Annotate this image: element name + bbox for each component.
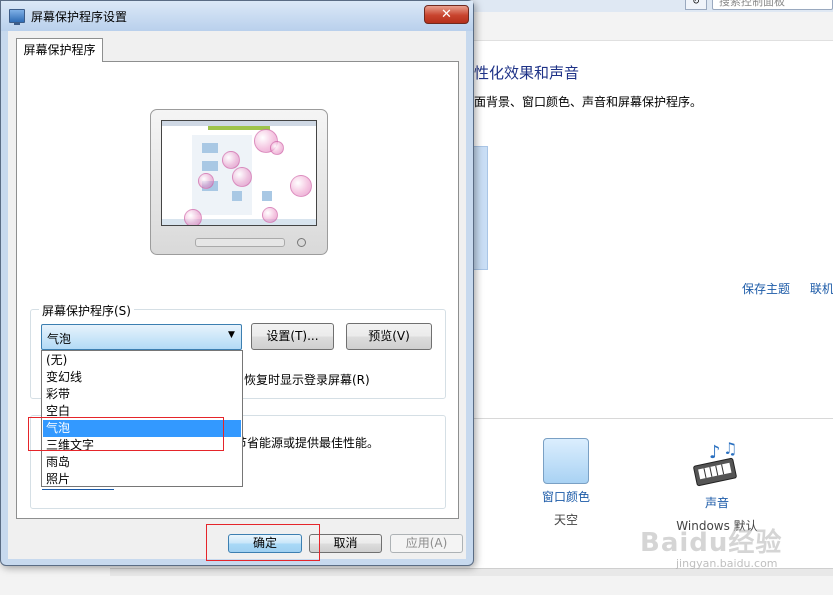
selected-saver-value: 气泡	[47, 332, 72, 346]
watermark-logo: Baidu经验	[640, 528, 783, 558]
svg-text:♪: ♪	[709, 442, 721, 463]
sound-label: 声音	[704, 496, 729, 510]
resume-checkbox-label[interactable]: 恢复时显示登录屏幕(R)	[244, 371, 370, 388]
screen-saver-select[interactable]: 气泡 ▼	[41, 324, 242, 350]
preview-button[interactable]: 预览(V)	[346, 323, 432, 350]
window-color-value: 天空	[553, 513, 578, 527]
dropdown-option[interactable]: 变幻线	[43, 369, 241, 386]
save-theme-link[interactable]: 保存主题	[742, 282, 790, 296]
chevron-down-icon: ▼	[228, 330, 235, 340]
watermark-url: jingyan.baidu.com	[676, 557, 778, 570]
tab-screen-saver[interactable]: 屏幕保护程序	[16, 38, 103, 62]
close-button[interactable]: ✕	[424, 5, 469, 24]
page-description: 面背景、窗口颜色、声音和屏幕保护程序。	[474, 95, 703, 109]
sound-item[interactable]: ♪ ♫ 声音 Windows 默认	[672, 439, 762, 534]
window-color-label: 窗口颜色	[541, 490, 590, 504]
refresh-button[interactable]: ↻	[685, 0, 707, 10]
svg-text:♫: ♫	[723, 440, 737, 458]
dropdown-option[interactable]: 雨岛	[43, 454, 241, 471]
window-color-item[interactable]: 窗口颜色 天空	[521, 438, 611, 528]
preview-screen	[161, 120, 317, 226]
screen-saver-label: 屏幕保护程序(S)	[39, 302, 134, 319]
settings-button[interactable]: 设置(T)...	[251, 323, 334, 350]
theme-links: 保存主题 联机	[742, 280, 833, 297]
dialog-client: 屏幕保护程序 屏幕保护程序(S) 气泡 ▼ 设置(T)... 预览(V) 恢复时…	[8, 31, 466, 561]
dialog-title: 屏幕保护程序设置	[31, 10, 128, 24]
dialog-titlebar[interactable]: 屏幕保护程序设置 ✕	[1, 1, 473, 31]
search-input[interactable]: 搜索控制面板	[712, 0, 833, 10]
monitor-icon	[9, 9, 25, 25]
apply-button: 应用(A)	[390, 534, 463, 553]
divider	[470, 418, 833, 419]
dropdown-option[interactable]: 彩带	[43, 386, 241, 403]
sound-icon: ♪ ♫	[689, 439, 745, 490]
monitor-base	[195, 238, 285, 247]
power-description: 节省能源或提供最佳性能。	[235, 436, 380, 450]
online-theme-link[interactable]: 联机	[810, 282, 833, 296]
power-icon	[297, 238, 306, 247]
screen-saver-dialog: 屏幕保护程序设置 ✕ 屏幕保护程序 屏幕保护程序(S) 气泡 ▼ 设置(T)..…	[0, 0, 474, 566]
annotation-box-ok-button	[206, 524, 320, 561]
monitor-preview	[150, 109, 328, 255]
page-title: 性化效果和声音	[474, 64, 580, 82]
window-color-icon	[543, 438, 589, 484]
dropdown-option[interactable]: 照片	[43, 471, 241, 488]
annotation-box-selected-item	[28, 417, 224, 451]
dropdown-option[interactable]: (无)	[43, 352, 241, 369]
